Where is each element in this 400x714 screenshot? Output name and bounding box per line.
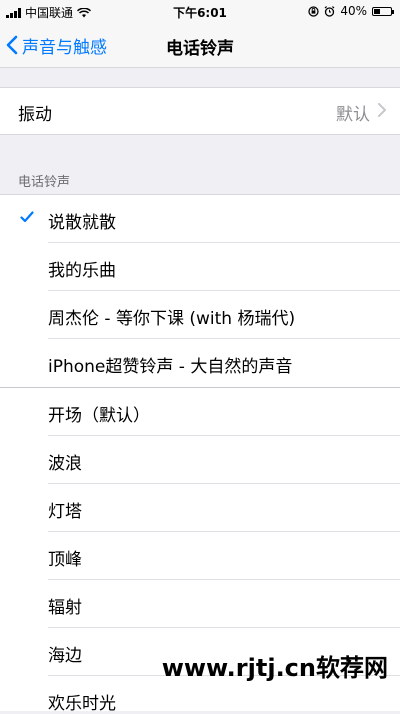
ringtone-label: 我的乐曲 <box>48 261 116 281</box>
ringtone-item-custom-3[interactable]: 周杰伦 - 等你下课 (with 杨瑞代) <box>0 291 400 339</box>
vibration-label: 振动 <box>18 105 52 125</box>
chevron-right-icon <box>378 103 386 117</box>
ringtone-label: 欢乐时光 <box>48 694 116 714</box>
ringtone-label: iPhone超赞铃声 - 大自然的声音 <box>48 357 293 377</box>
ringtone-label: 辐射 <box>48 598 82 618</box>
ringtone-label: 说散就散 <box>48 213 116 233</box>
battery-fill <box>374 8 381 14</box>
battery-icon <box>372 6 394 16</box>
ringtone-item-builtin-4[interactable]: 顶峰 <box>0 532 400 580</box>
status-bar: 中国联通 下午6:01 40% <box>0 0 400 22</box>
alarm-icon <box>324 5 335 17</box>
ringtone-label: 顶峰 <box>48 550 82 570</box>
ringtone-item-builtin-1[interactable]: 开场（默认） <box>0 388 400 436</box>
page-title: 电话铃声 <box>166 39 234 59</box>
nav-bar: 声音与触感 电话铃声 <box>0 22 400 68</box>
ringtone-item-builtin-2[interactable]: 波浪 <box>0 436 400 484</box>
ringtone-item-builtin-5[interactable]: 辐射 <box>0 580 400 628</box>
ringtone-label: 周杰伦 - 等你下课 (with 杨瑞代) <box>48 309 296 329</box>
checkmark-icon <box>20 211 34 223</box>
status-right: 40% <box>308 4 394 18</box>
ringtone-label: 开场（默认） <box>48 406 150 426</box>
section-header-ringtones: 电话铃声 <box>18 175 71 190</box>
watermark: www.rjtj.cn软荐网 <box>161 654 388 682</box>
vibration-row[interactable]: 振动 默认 <box>0 87 400 135</box>
ringtone-item-builtin-3[interactable]: 灯塔 <box>0 484 400 532</box>
orientation-lock-icon <box>308 5 319 17</box>
battery-percent: 40% <box>340 4 367 18</box>
vibration-group: 振动 默认 <box>0 87 400 135</box>
ringtone-label: 灯塔 <box>48 502 82 522</box>
ringtone-label: 波浪 <box>48 454 82 474</box>
ringtone-list: 说散就散 我的乐曲 周杰伦 - 等你下课 (with 杨瑞代) iPhone超赞… <box>0 194 400 714</box>
ringtone-item-custom-2[interactable]: 我的乐曲 <box>0 243 400 291</box>
ringtone-item-custom-1[interactable]: 说散就散 <box>0 195 400 243</box>
vibration-value: 默认 <box>336 105 370 125</box>
ringtone-label: 海边 <box>48 646 82 666</box>
ringtone-item-custom-4[interactable]: iPhone超赞铃声 - 大自然的声音 <box>0 339 400 387</box>
